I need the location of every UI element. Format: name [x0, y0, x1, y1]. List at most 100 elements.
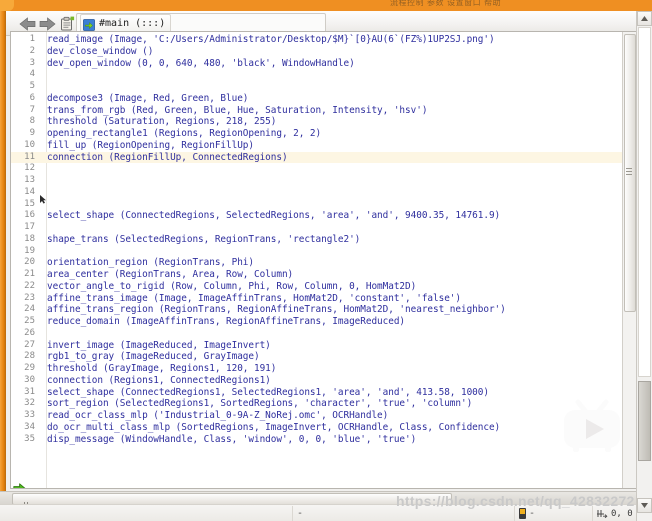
code-line-text: read_image (Image, 'C:/Users/Administrat…: [47, 34, 495, 45]
code-line[interactable]: 21 area_center (RegionTrans, Area, Row, C…: [11, 269, 636, 281]
line-number: 1: [29, 34, 35, 44]
code-line[interactable]: 29 threshold (GrayImage, Regions1, 120, 1…: [11, 363, 636, 375]
execution-pointer-icon: [13, 481, 26, 488]
window-vertical-scrollbar[interactable]: [636, 11, 652, 521]
code-line[interactable]: 8 threshold (Saturation, Regions, 218, 25…: [11, 116, 636, 128]
code-line[interactable]: 28 rgb1_to_gray (ImageReduced, GrayImage): [11, 351, 636, 363]
code-line[interactable]: 13: [11, 175, 636, 187]
status-memory-cell: -: [514, 506, 592, 521]
line-number: 15: [24, 198, 35, 209]
code-line[interactable]: 4: [11, 69, 636, 81]
code-line[interactable]: 14: [11, 187, 636, 199]
code-line[interactable]: 23 affine_trans_image (Image, ImageAffinT…: [11, 293, 636, 305]
code-line[interactable]: 27 invert_image (ImageReduced, ImageInver…: [11, 340, 636, 352]
code-line[interactable]: 24 affine_trans_region (RegionTrans, Regi…: [11, 304, 636, 316]
code-line-text: affine_trans_image (Image, ImageAffinTra…: [47, 292, 461, 304]
code-line[interactable]: 9 opening_rectangle1 (Regions, RegionOpen…: [11, 128, 636, 140]
code-line[interactable]: 11 connection (RegionFillUp, ConnectedReg…: [11, 151, 636, 164]
code-line-text: dev_open_window (0, 0, 640, 480, 'black'…: [47, 57, 355, 69]
code-line[interactable]: 6 decompose3 (Image, Red, Green, Blue): [11, 93, 636, 105]
procedure-icon: [83, 18, 95, 31]
code-line[interactable]: 18 shape_trans (SelectedRegions, RegionTr…: [11, 234, 636, 246]
clipboard-icon[interactable]: [58, 15, 76, 32]
code-line[interactable]: 32 sort_region (SelectedRegions1, SortedR…: [11, 398, 636, 410]
crosshair-icon: [597, 509, 608, 519]
status-middle-cell: -: [292, 506, 514, 521]
editor-vertical-scrollbar[interactable]: [622, 32, 636, 488]
back-arrow-icon[interactable]: [18, 15, 36, 32]
code-line-text: connection (RegionFillUp, ConnectedRegio…: [47, 151, 288, 163]
scroll-up-button[interactable]: [637, 11, 652, 26]
line-number: 24: [24, 304, 35, 315]
code-line[interactable]: 2 dev_close_window (): [11, 46, 636, 58]
line-number: 4: [29, 69, 35, 80]
code-line[interactable]: 19: [11, 246, 636, 258]
line-number: 27: [24, 339, 35, 350]
code-line[interactable]: 25 reduce_domain (ImageAffinTrans, Region…: [11, 316, 636, 328]
code-line-text: do_ocr_multi_class_mlp (SortedRegions, I…: [47, 421, 501, 433]
code-line[interactable]: 15: [11, 199, 636, 211]
line-number: 3: [29, 57, 35, 68]
code-line-text: select_shape (ConnectedRegions, Selected…: [47, 210, 501, 222]
code-line[interactable]: 1 read_image (Image, 'C:/Users/Administra…: [11, 34, 636, 46]
line-number: 23: [24, 292, 35, 303]
cursor-position-marker: [39, 191, 47, 204]
window-vscroll-track[interactable]: [638, 27, 651, 377]
top-strip-ghost-text: 流程控制 参数 设置窗口 帮助: [390, 0, 502, 7]
code-editor[interactable]: 1 read_image (Image, 'C:/Users/Administra…: [10, 31, 637, 489]
tab-main-label: #main (:::): [99, 18, 166, 29]
memory-gauge-icon: [519, 508, 526, 519]
code-line-text: area_center (RegionTrans, Area, Row, Col…: [47, 269, 294, 280]
line-number: 34: [24, 421, 35, 432]
code-line-text: vector_angle_to_rigid (Row, Column, Phi,…: [47, 280, 417, 292]
code-lines-container[interactable]: 1 read_image (Image, 'C:/Users/Administra…: [11, 32, 636, 488]
line-number: 8: [29, 116, 35, 127]
code-line-text: trans_from_rgb (Red, Green, Blue, Hue, S…: [47, 104, 428, 116]
code-line[interactable]: 35 disp_message (WindowHandle, Class, 'wi…: [11, 434, 636, 446]
line-number: 32: [24, 398, 35, 409]
code-line[interactable]: 12: [11, 163, 636, 175]
code-line[interactable]: 7 trans_from_rgb (Red, Green, Blue, Hue, …: [11, 105, 636, 117]
code-line[interactable]: 30 connection (Regions1, ConnectedRegions…: [11, 375, 636, 387]
code-line-text: shape_trans (SelectedRegions, RegionTran…: [47, 233, 361, 245]
code-line-text: threshold (GrayImage, Regions1, 120, 191…: [47, 363, 277, 374]
status-bar: - - 0, 0: [0, 504, 652, 521]
line-number: 16: [24, 210, 35, 221]
code-line[interactable]: 34 do_ocr_multi_class_mlp (SortedRegions,…: [11, 422, 636, 434]
line-number: 25: [24, 316, 35, 326]
line-number: 35: [24, 433, 35, 444]
hdevelop-window: 流程控制 参数 设置窗口 帮助 #main (:::) 1 read_image…: [0, 0, 652, 521]
code-line[interactable]: 20 orientation_region (RegionTrans, Phi): [11, 257, 636, 269]
line-number: 14: [24, 186, 35, 197]
code-line[interactable]: 22 vector_angle_to_rigid (Row, Column, Ph…: [11, 281, 636, 293]
editor-hscroll-grip: [24, 495, 32, 521]
line-number: 31: [24, 386, 35, 397]
code-line-text: opening_rectangle1 (Regions, RegionOpeni…: [47, 128, 322, 139]
cursor-coordinates: 0, 0: [611, 508, 633, 519]
code-line[interactable]: 3 dev_open_window (0, 0, 640, 480, 'black…: [11, 58, 636, 70]
status-memory-value: -: [529, 507, 536, 519]
window-vscroll-thumb[interactable]: [638, 381, 651, 461]
code-line-text: rgb1_to_gray (ImageReduced, GrayImage): [47, 351, 260, 363]
left-orange-rail: [0, 11, 6, 491]
code-line-text: reduce_domain (ImageAffinTrans, RegionAf…: [47, 316, 406, 327]
line-number: 19: [24, 245, 35, 256]
forward-arrow-icon[interactable]: [38, 15, 56, 32]
code-line-text: threshold (Saturation, Regions, 218, 255…: [47, 116, 277, 128]
editor-vscroll-grip: [626, 168, 632, 175]
code-line[interactable]: 17: [11, 222, 636, 234]
scroll-down-button[interactable]: [637, 498, 652, 513]
code-line-text: read_ocr_class_mlp ('Industrial_0-9A-Z_N…: [47, 410, 389, 421]
code-line-text: disp_message (WindowHandle, Class, 'wind…: [47, 433, 417, 445]
code-line[interactable]: 26: [11, 328, 636, 340]
code-line-text: affine_trans_region (RegionTrans, Region…: [47, 304, 506, 316]
line-number: 12: [24, 163, 35, 174]
code-line[interactable]: 10 fill_up (RegionOpening, RegionFillUp): [11, 140, 636, 152]
code-line[interactable]: 16 select_shape (ConnectedRegions, Select…: [11, 210, 636, 222]
line-number: 11: [24, 151, 35, 162]
code-line[interactable]: 33 read_ocr_class_mlp ('Industrial_0-9A-Z…: [11, 410, 636, 422]
code-line-text: dev_close_window (): [47, 45, 154, 57]
code-line[interactable]: 31 select_shape (ConnectedRegions1, Selec…: [11, 387, 636, 399]
code-line[interactable]: 5: [11, 81, 636, 93]
line-number: 18: [24, 233, 35, 244]
